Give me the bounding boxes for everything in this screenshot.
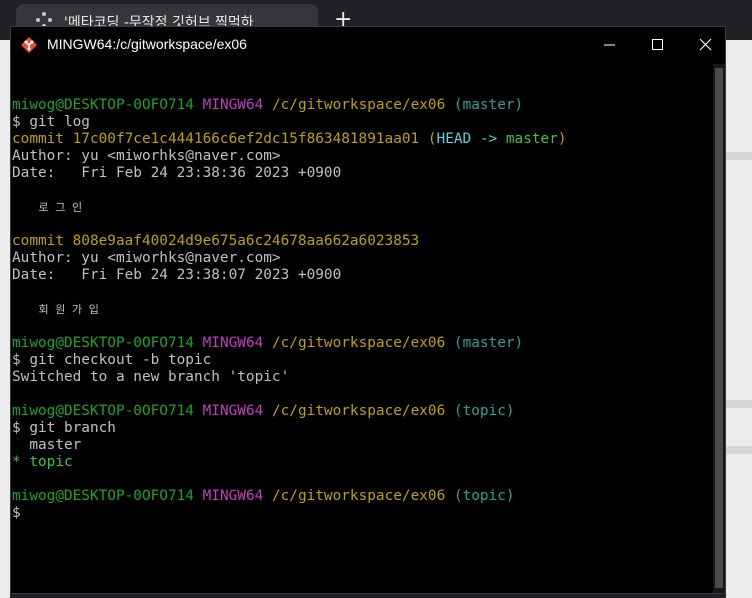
prompt-branch: (master) — [453, 335, 524, 351]
prompt-branch: (topic) — [453, 488, 515, 504]
terminal-line: Author: yu <miworhks@naver.com> — [12, 148, 712, 165]
terminal-text: $ git log — [12, 114, 90, 130]
current-branch-name: topic — [29, 454, 73, 470]
current-branch-marker: * — [12, 454, 30, 470]
prompt-path: /c/gitworkspace/ex06 — [271, 488, 446, 504]
prompt-branch: (master) — [453, 97, 524, 113]
commit-message: 회 원 가 입 — [12, 303, 99, 316]
prompt-user: miwog@DESKTOP-0OFO714 — [12, 335, 194, 351]
prompt-path: /c/gitworkspace/ex06 — [271, 335, 446, 351]
commit-hash: commit 808e9aaf40024d9e675a6c24678aa662a… — [12, 233, 420, 249]
terminal-line: 회 원 가 입 — [12, 301, 712, 318]
prompt-system: MINGW64 — [202, 97, 264, 113]
terminal-line: 로 그 인 — [12, 199, 712, 216]
minimize-icon — [604, 44, 615, 46]
terminal-line: Date: Fri Feb 24 23:38:07 2023 +0900 — [12, 267, 712, 284]
background-page-right — [726, 40, 752, 598]
terminal-text: $ git checkout -b topic — [12, 352, 212, 368]
head-branch: master — [505, 131, 558, 147]
terminal-text: master — [12, 437, 82, 453]
close-icon — [699, 38, 712, 51]
terminal-line: miwog@DESKTOP-0OFO714 MINGW64 /c/gitwork… — [12, 335, 712, 352]
prompt-user: miwog@DESKTOP-0OFO714 — [12, 97, 194, 113]
mingw64-terminal-window: MINGW64:/c/gitworkspace/ex06 miwog@DESKT… — [10, 26, 726, 594]
commit-hash: commit 17c00f7ce1c444166c6ef2dc15f863481… — [12, 131, 420, 147]
terminal-line: commit 808e9aaf40024d9e675a6c24678aa662a… — [12, 233, 712, 250]
terminal-line: miwog@DESKTOP-0OFO714 MINGW64 /c/gitwork… — [12, 403, 712, 420]
terminal-line: Date: Fri Feb 24 23:38:36 2023 +0900 — [12, 165, 712, 182]
prompt-user: miwog@DESKTOP-0OFO714 — [12, 403, 194, 419]
mingw-app-icon — [21, 37, 37, 53]
terminal-line: commit 17c00f7ce1c444166c6ef2dc15f863481… — [12, 131, 712, 148]
prompt-branch: (topic) — [453, 403, 515, 419]
commit-message: 로 그 인 — [12, 201, 83, 214]
close-button[interactable] — [683, 27, 729, 63]
scrollbar-thumb[interactable] — [715, 68, 723, 588]
terminal-text: Date: Fri Feb 24 23:38:36 2023 +0900 — [12, 165, 342, 181]
terminal-line: $ git log — [12, 114, 712, 131]
minimize-button[interactable] — [587, 27, 633, 63]
prompt-system: MINGW64 — [202, 335, 264, 351]
prompt-user: miwog@DESKTOP-0OFO714 — [12, 488, 194, 504]
terminal-text: $ — [12, 505, 21, 521]
terminal-line: miwog@DESKTOP-0OFO714 MINGW64 /c/gitwork… — [12, 488, 712, 505]
maximize-icon — [652, 39, 663, 50]
terminal-text: Switched to a new branch 'topic' — [12, 369, 290, 385]
terminal-text: Author: yu <miworhks@naver.com> — [12, 148, 281, 164]
terminal-line: $ git checkout -b topic — [12, 352, 712, 369]
terminal-text: $ git branch — [12, 420, 116, 436]
prompt-system: MINGW64 — [202, 488, 264, 504]
background-page-left — [0, 40, 10, 598]
terminal-line: $ — [12, 505, 712, 522]
terminal-output[interactable]: miwog@DESKTOP-0OFO714 MINGW64 /c/gitwork… — [12, 80, 712, 522]
window-title: MINGW64:/c/gitworkspace/ex06 — [47, 36, 247, 52]
head-pointer: HEAD -> — [436, 131, 498, 147]
terminal-line: Switched to a new branch 'topic' — [12, 369, 712, 386]
terminal-scrollbar[interactable] — [713, 64, 725, 593]
terminal-line: miwog@DESKTOP-0OFO714 MINGW64 /c/gitwork… — [12, 97, 712, 114]
terminal-text: Date: Fri Feb 24 23:38:07 2023 +0900 — [12, 267, 342, 283]
terminal-line: * topic — [12, 454, 712, 471]
head-paren-close: ) — [557, 131, 567, 147]
terminal-text: Author: yu <miworhks@naver.com> — [12, 250, 281, 266]
head-paren-open: ( — [427, 131, 437, 147]
window-titlebar[interactable]: MINGW64:/c/gitworkspace/ex06 — [11, 27, 725, 63]
prompt-path: /c/gitworkspace/ex06 — [271, 97, 446, 113]
prompt-path: /c/gitworkspace/ex06 — [271, 403, 446, 419]
maximize-button[interactable] — [635, 27, 681, 63]
terminal-line: master — [12, 437, 712, 454]
terminal-line: Author: yu <miworhks@naver.com> — [12, 250, 712, 267]
prompt-system: MINGW64 — [202, 403, 264, 419]
terminal-line: $ git branch — [12, 420, 712, 437]
